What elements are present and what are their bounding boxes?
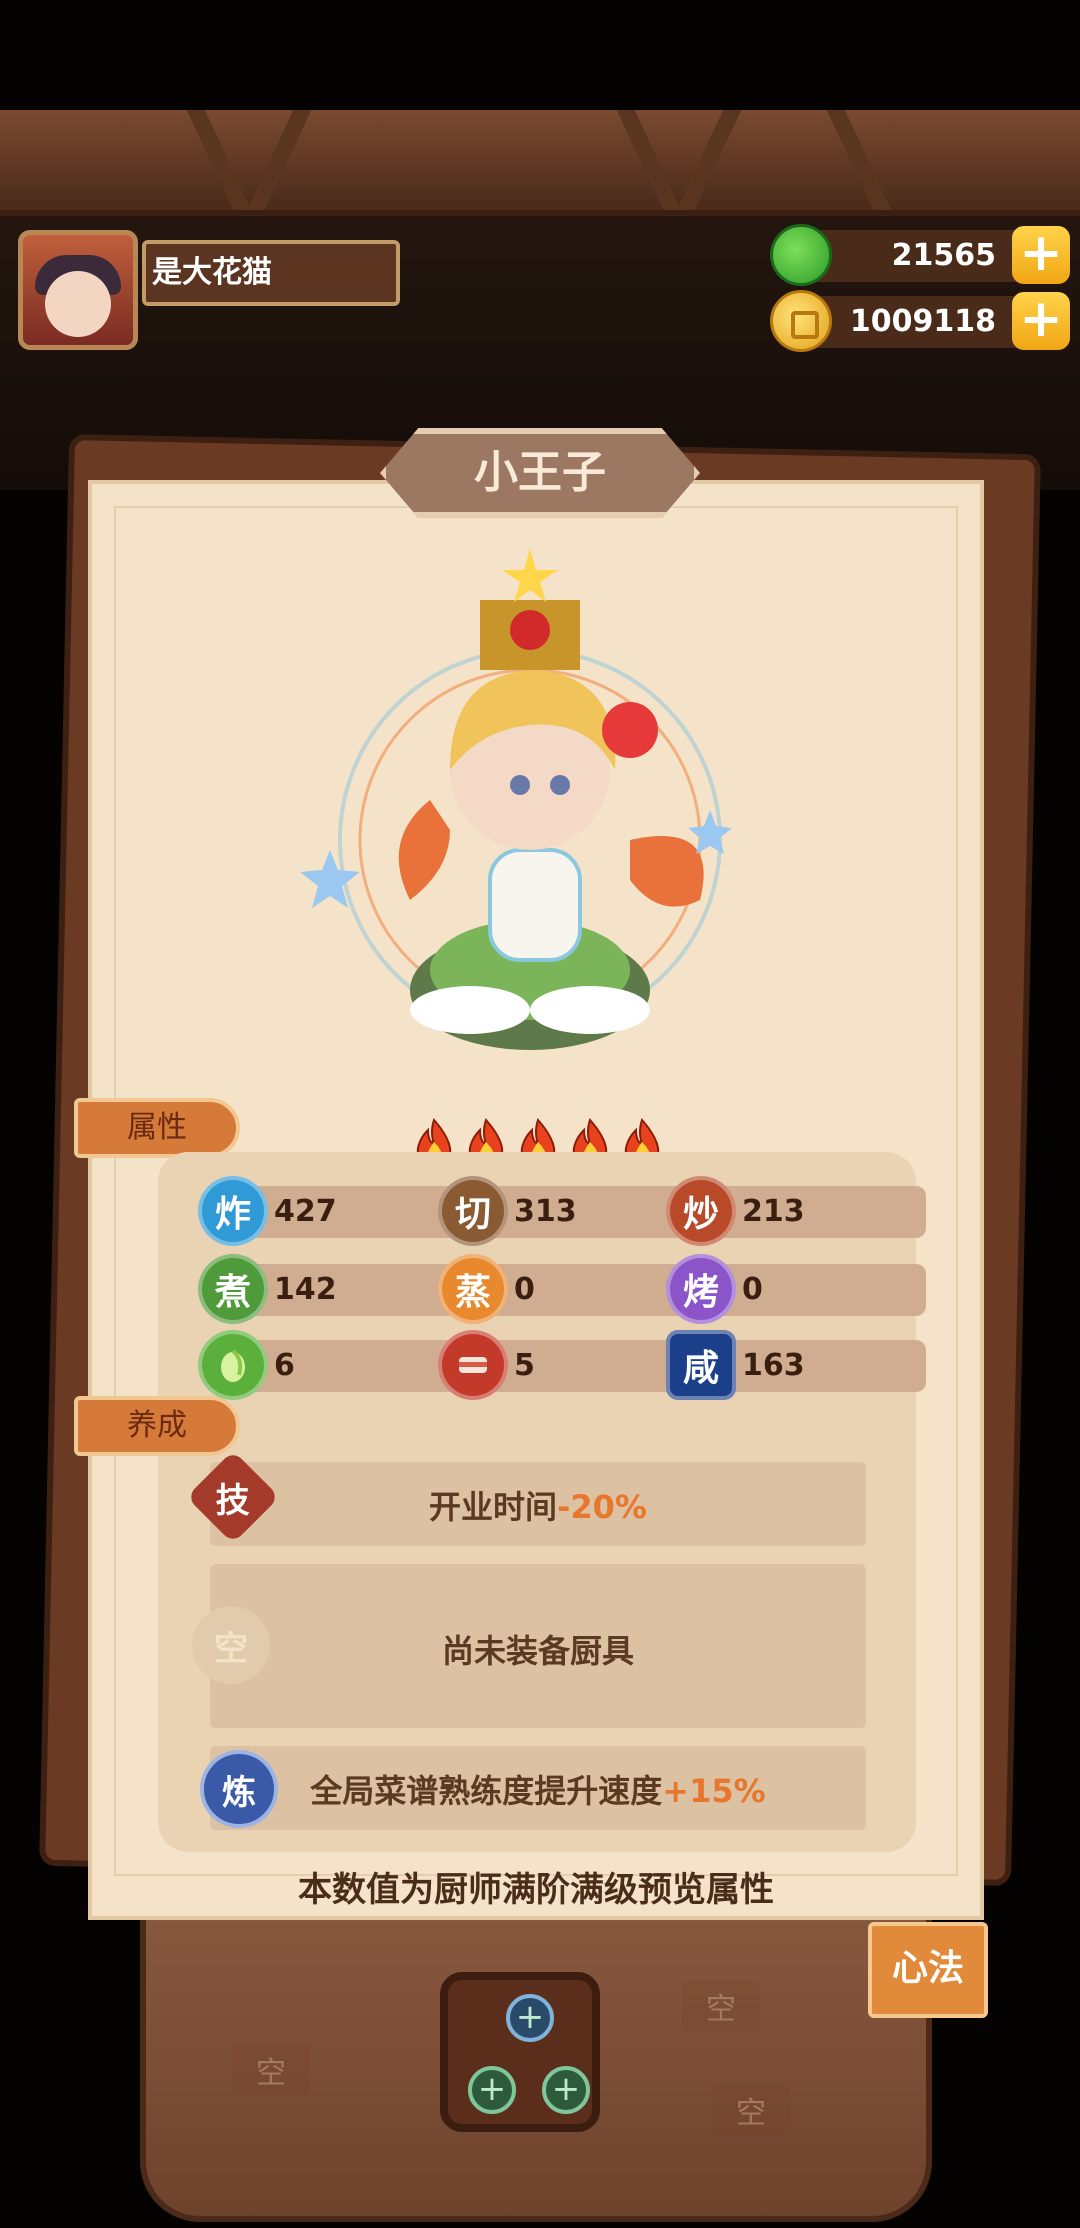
stat-roast: 烤 0 [666,1254,926,1324]
vegetable-icon [198,1330,268,1400]
player-avatar[interactable] [18,230,138,350]
refine-value: +15% [662,1772,766,1810]
add-jade-button[interactable]: + [1012,226,1070,284]
chef-portrait [300,548,732,1050]
add-coin-button[interactable]: + [1012,292,1070,350]
skill-node-right[interactable]: + [542,2066,590,2114]
stat-roast-value: 0 [742,1272,763,1307]
salty-icon: 咸 [666,1330,736,1400]
boil-icon: 煮 [198,1254,268,1324]
player-name: 是大花猫 [142,240,400,306]
jade-currency: 21565 + [770,224,1070,286]
stir-fry-icon: 炒 [666,1176,736,1246]
tab-cultivate[interactable]: 养成 [74,1396,240,1456]
coin-amount: 1009118 [849,304,996,339]
skill-row[interactable]: 开业时间-20% [210,1462,866,1546]
skill-tree-center[interactable]: + + + [440,1972,600,2132]
skill-text: 开业时间 [429,1488,558,1526]
empty-skill-slot[interactable]: 空 [232,2044,310,2096]
empty-skill-slot[interactable]: 空 [682,1980,760,2032]
jade-icon [770,224,832,286]
skill-node-top[interactable]: + [506,1994,554,2042]
stat-boil: 煮 142 [198,1254,458,1324]
preview-note: 本数值为厨师满阶满级预览属性 [298,1870,774,1910]
refine-text: 全局菜谱熟练度提升速度 [310,1772,663,1810]
stat-fry: 炸 427 [198,1176,458,1246]
stat-fry-value: 427 [274,1194,337,1229]
stat-vegetable: 6 [198,1330,458,1400]
stat-meat-value: 5 [514,1348,535,1383]
stat-stir-fry: 炒 213 [666,1176,926,1246]
empty-skill-slot[interactable]: 空 [712,2084,790,2136]
roast-icon: 烤 [666,1254,736,1324]
skill-value: -20% [557,1488,647,1526]
equipment-row[interactable]: 尚未装备厨具 [210,1564,866,1728]
fry-icon: 炸 [198,1176,268,1246]
refine-badge: 炼 [200,1750,278,1828]
stat-cut-value: 313 [514,1194,577,1229]
empty-equipment-slot[interactable]: 空 [192,1606,270,1684]
coin-icon [770,290,832,352]
stat-salty-value: 163 [742,1348,805,1383]
steam-icon: 蒸 [438,1254,508,1324]
stat-salty: 咸 163 [666,1330,926,1400]
stat-vegetable-value: 6 [274,1348,295,1383]
cut-icon: 切 [438,1176,508,1246]
refine-row[interactable]: 全局菜谱熟练度提升速度+15% [210,1746,866,1830]
equipment-text: 尚未装备厨具 [441,1632,634,1670]
stat-steam: 蒸 0 [438,1254,698,1324]
meat-icon [438,1330,508,1400]
stat-stir-fry-value: 213 [742,1194,805,1229]
stat-cut: 切 313 [438,1176,698,1246]
jade-amount: 21565 [891,238,996,273]
skill-node-left[interactable]: + [468,2066,516,2114]
tab-attributes[interactable]: 属性 [74,1098,240,1158]
stat-meat: 5 [438,1330,698,1400]
coin-currency: 1009118 + [770,290,1070,352]
stat-steam-value: 0 [514,1272,535,1307]
xinfa-button[interactable]: 心法 [868,1922,988,2018]
roof-beam [0,110,1080,216]
chef-name-title: 小王子 [380,428,700,518]
stat-boil-value: 142 [274,1272,337,1307]
